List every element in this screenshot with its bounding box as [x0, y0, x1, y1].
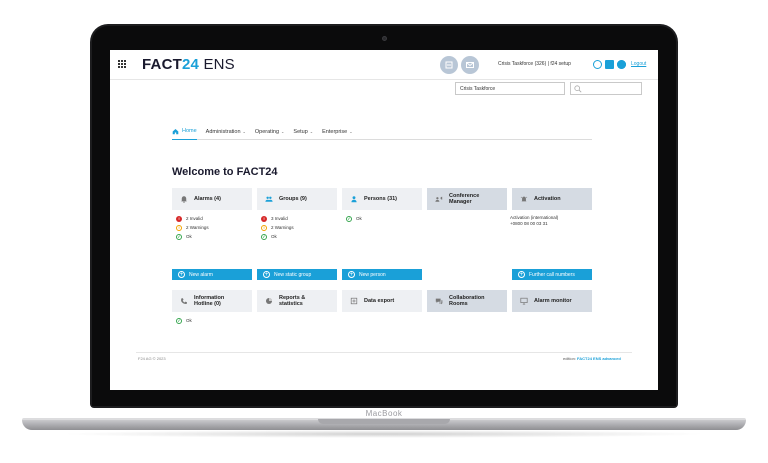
tile-data-export[interactable]: Data export — [342, 290, 422, 312]
check-icon: ✓ — [176, 233, 182, 240]
warning-icon: ! — [176, 224, 182, 231]
alarm-shortcut-icon[interactable] — [440, 56, 458, 74]
search-input[interactable] — [570, 82, 642, 95]
chevron-down-icon: ⌄ — [242, 129, 246, 134]
status-ok[interactable]: ✓ Ok — [261, 232, 294, 241]
new-static-group-button[interactable]: + New static group — [257, 269, 337, 280]
export-icon — [350, 297, 358, 305]
chevron-down-icon: ⌄ — [309, 129, 314, 134]
nav-home[interactable]: Home — [172, 124, 197, 140]
tile-alarm-monitor[interactable]: Alarm monitor — [512, 290, 592, 312]
laptop-shadow — [60, 430, 708, 438]
status-warnings[interactable]: ! 2 Warnings — [176, 223, 209, 232]
persons-status-list: ✓ Ok — [346, 214, 362, 223]
tile-information-hotline[interactable]: Information Hotline (0) — [172, 290, 252, 312]
bell-icon — [181, 196, 187, 203]
search-icon — [574, 85, 582, 93]
warning-icon: ! — [261, 224, 267, 231]
org-select[interactable]: Crisis Taskforce — [455, 82, 565, 95]
tile-groups[interactable]: Groups (9) — [257, 188, 337, 210]
status-warnings[interactable]: ! 2 Warnings — [261, 223, 294, 232]
main-nav: Home Administration ⌄ Operating ⌄ Setup ⌄ E… — [172, 124, 592, 140]
activation-info: Activation (international) +0800 08 00 0… — [510, 215, 558, 227]
check-icon: ✓ — [176, 317, 182, 324]
plus-icon: + — [348, 271, 355, 278]
nav-operating[interactable]: Operating ⌄ — [255, 124, 285, 140]
pie-chart-icon — [265, 297, 273, 305]
plus-icon: + — [518, 271, 525, 278]
phone-info-icon — [181, 298, 187, 304]
tile-persons[interactable]: Persons (31) — [342, 188, 422, 210]
further-call-numbers-button[interactable]: + Further call numbers — [512, 269, 592, 280]
copyright: F24 AG © 2023 — [138, 356, 166, 361]
status-invalid[interactable]: ! 2 Invalid — [176, 214, 209, 223]
nav-administration[interactable]: Administration ⌄ — [206, 124, 246, 140]
plus-icon: + — [178, 271, 185, 278]
globe-icon[interactable] — [593, 60, 602, 69]
chevron-down-icon: ⌄ — [281, 129, 285, 134]
footer-divider — [136, 352, 632, 353]
logout-link[interactable]: Logout — [631, 61, 646, 67]
laptop-notch — [318, 419, 450, 424]
error-icon: ! — [261, 215, 267, 222]
tile-collaboration-rooms[interactable]: Collaboration Rooms — [427, 290, 507, 312]
status-invalid[interactable]: ! 3 Invalid — [261, 214, 294, 223]
chat-icon — [435, 298, 443, 305]
hotline-status-list: ✓ Ok — [176, 316, 192, 325]
edition-link[interactable]: FACT24 ENS advanced — [577, 356, 621, 361]
page-title: Welcome to FACT24 — [172, 166, 278, 178]
edition-label: edition: FACT24 ENS advanced — [563, 356, 621, 361]
device-brand-label: MacBook — [365, 409, 403, 418]
groups-status-list: ! 3 Invalid ! 2 Warnings ✓ Ok — [261, 214, 294, 241]
status-ok[interactable]: ✓ Ok — [176, 232, 209, 241]
laptop-bezel-bottom — [92, 390, 676, 406]
person-icon — [351, 196, 357, 203]
group-icon — [265, 196, 273, 202]
alarms-status-list: ! 2 Invalid ! 2 Warnings ✓ Ok — [176, 214, 209, 241]
tile-reports-statistics[interactable]: Reports & statistics — [257, 290, 337, 312]
mail-icon[interactable] — [605, 60, 614, 69]
tile-alarms[interactable]: Alarms (4) — [172, 188, 252, 210]
app-screen: FACT24 ENS Crisis Taskforce (326) | f24 … — [110, 50, 658, 390]
status-ok[interactable]: ✓ Ok — [176, 316, 192, 325]
nav-enterprise[interactable]: Enterprise ⌄ — [322, 124, 352, 140]
plus-icon: + — [263, 271, 270, 278]
nav-setup[interactable]: Setup ⌄ — [293, 124, 313, 140]
check-icon: ✓ — [346, 215, 352, 222]
tile-activation[interactable]: Activation — [512, 188, 592, 210]
camera-icon — [382, 36, 387, 41]
new-alarm-button[interactable]: + New alarm — [172, 269, 252, 280]
check-icon: ✓ — [261, 233, 267, 240]
tile-conference-manager[interactable]: Conference Manager — [427, 188, 507, 210]
new-person-button[interactable]: + New person — [342, 269, 422, 280]
top-bar: FACT24 ENS Crisis Taskforce (326) | f24 … — [110, 50, 658, 80]
app-logo[interactable]: FACT24 ENS — [142, 56, 235, 73]
bell-ring-icon — [520, 196, 528, 202]
app-grid-icon[interactable] — [118, 60, 127, 69]
home-icon — [172, 128, 179, 134]
chevron-down-icon: ⌄ — [349, 129, 353, 134]
error-icon: ! — [176, 215, 182, 222]
conference-icon — [435, 196, 443, 202]
activation-number: +0800 08 00 03 31 — [510, 221, 548, 226]
message-shortcut-icon[interactable] — [461, 56, 479, 74]
help-icon[interactable] — [617, 60, 626, 69]
user-org-label[interactable]: Crisis Taskforce (326) | f24 setup — [498, 61, 571, 67]
status-ok[interactable]: ✓ Ok — [346, 214, 362, 223]
monitor-icon — [520, 297, 528, 305]
